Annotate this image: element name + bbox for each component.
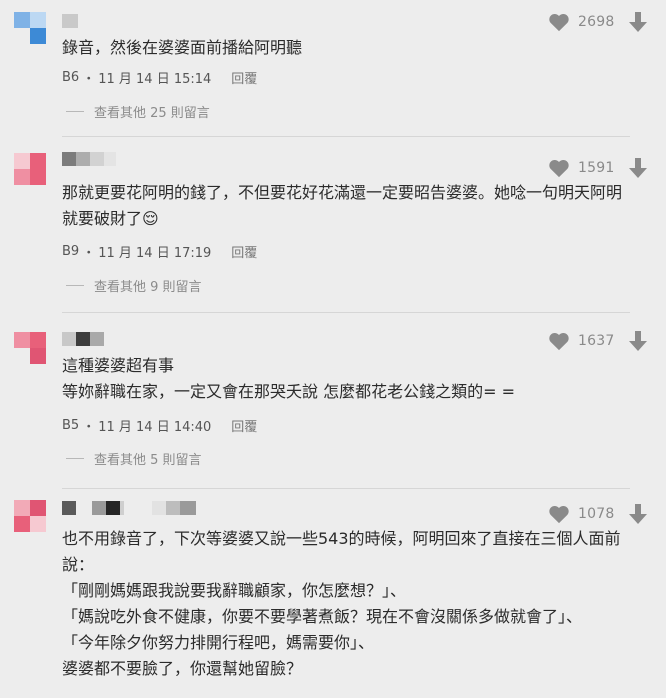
comment-meta: B5 ・ 11 月 14 日 14:40 回覆	[62, 416, 258, 435]
floor-number: B9	[62, 244, 80, 259]
dash-divider	[66, 111, 84, 112]
floor-number: B6	[62, 70, 80, 85]
arrow-down-icon[interactable]	[628, 503, 648, 525]
comment-body: 錄音，然後在婆婆面前播給阿明聽	[62, 35, 626, 61]
comment-b9: 1591 那就更要花阿明的錢了，不但要花好花滿還一定要昭告婆婆。她唸一句明天阿明…	[0, 136, 666, 312]
comment-b6: 2698 錄音，然後在婆婆面前播給阿明聽 B6 ・ 11 月 14 日 15:1…	[0, 0, 666, 136]
heart-icon[interactable]	[548, 158, 570, 178]
like-count: 1078	[578, 506, 615, 522]
comment-line: 「媽說吃外食不健康，你要不要學著煮飯？現在不會沒關係多做就會了」、	[62, 607, 583, 626]
comment-line: 就要破財了😌	[62, 209, 159, 228]
dash-divider	[66, 458, 84, 459]
comment-4: 1078 也不用錄音了，下次等婆婆又說一些543的時候，阿明回來了直接在三個人面…	[0, 488, 666, 698]
reply-button[interactable]: 回覆	[231, 68, 257, 87]
comment-actions: 1637	[548, 329, 648, 353]
view-more-replies[interactable]: 查看其他 5 則留言	[66, 449, 202, 468]
comment-b5: 1637 這種婆婆超有事 等妳辭職在家，一定又會在那哭夭說 怎麼都花老公錢之類的…	[0, 312, 666, 488]
like-count: 1591	[578, 160, 615, 176]
reply-button[interactable]: 回覆	[231, 416, 257, 435]
heart-icon[interactable]	[548, 504, 570, 524]
comment-body: 那就更要花阿明的錢了，不但要花好花滿還一定要昭告婆婆。她唸一句明天阿明 就要破財…	[62, 180, 626, 232]
comment-line: 說：	[62, 555, 95, 574]
comment-date: 11 月 14 日 14:40	[98, 420, 212, 435]
reply-button[interactable]: 回覆	[231, 242, 257, 261]
comment-actions: 1078	[548, 502, 648, 526]
dash-divider	[66, 285, 84, 286]
avatar[interactable]	[14, 500, 46, 532]
like-count: 2698	[578, 14, 615, 30]
view-more-label: 查看其他 5 則留言	[94, 453, 202, 468]
view-more-label: 查看其他 9 則留言	[94, 280, 202, 295]
comment-line: 那就更要花阿明的錢了，不但要花好花滿還一定要昭告婆婆。她唸一句明天阿明	[62, 183, 623, 202]
comment-body: 也不用錄音了，下次等婆婆又說一些543的時候，阿明回來了直接在三個人面前 說： …	[62, 526, 626, 682]
comment-line: 等妳辭職在家，一定又會在那哭夭說 怎麼都花老公錢之類的= =	[62, 382, 515, 401]
comment-list: 2698 錄音，然後在婆婆面前播給阿明聽 B6 ・ 11 月 14 日 15:1…	[0, 0, 666, 698]
comment-line: 也不用錄音了，下次等婆婆又說一些543的時候，阿明回來了直接在三個人面前	[62, 529, 621, 548]
comment-body: 這種婆婆超有事 等妳辭職在家，一定又會在那哭夭說 怎麼都花老公錢之類的= =	[62, 353, 626, 405]
comment-date: 11 月 14 日 17:19	[98, 246, 212, 261]
avatar[interactable]	[14, 153, 46, 185]
comment-line: 錄音，然後在婆婆面前播給阿明聽	[62, 38, 303, 57]
heart-icon[interactable]	[548, 12, 570, 32]
avatar[interactable]	[14, 332, 46, 364]
like-count: 1637	[578, 333, 615, 349]
avatar[interactable]	[14, 12, 46, 44]
comment-line: 「剛剛媽媽跟我說要我辭職顧家，你怎麼想？」、	[62, 581, 407, 600]
comment-meta: B9 ・ 11 月 14 日 17:19 回覆	[62, 242, 258, 261]
comment-actions: 1591	[548, 156, 648, 180]
arrow-down-icon[interactable]	[628, 330, 648, 352]
comment-line: 婆婆都不要臉了，你還幫她留臉？	[62, 659, 303, 678]
comment-line: 這種婆婆超有事	[62, 356, 175, 375]
view-more-replies[interactable]: 查看其他 9 則留言	[66, 276, 202, 295]
comment-line: 「今年除夕你努力排開行程吧，媽需要你」、	[62, 633, 375, 652]
floor-number: B5	[62, 418, 80, 433]
comment-date: 11 月 14 日 15:14	[98, 72, 212, 87]
comment-meta: B6 ・ 11 月 14 日 15:14 回覆	[62, 68, 258, 87]
view-more-replies[interactable]: 查看其他 25 則留言	[66, 102, 210, 121]
comment-actions: 2698	[548, 10, 648, 34]
arrow-down-icon[interactable]	[628, 11, 648, 33]
heart-icon[interactable]	[548, 331, 570, 351]
arrow-down-icon[interactable]	[628, 157, 648, 179]
view-more-label: 查看其他 25 則留言	[94, 106, 210, 121]
